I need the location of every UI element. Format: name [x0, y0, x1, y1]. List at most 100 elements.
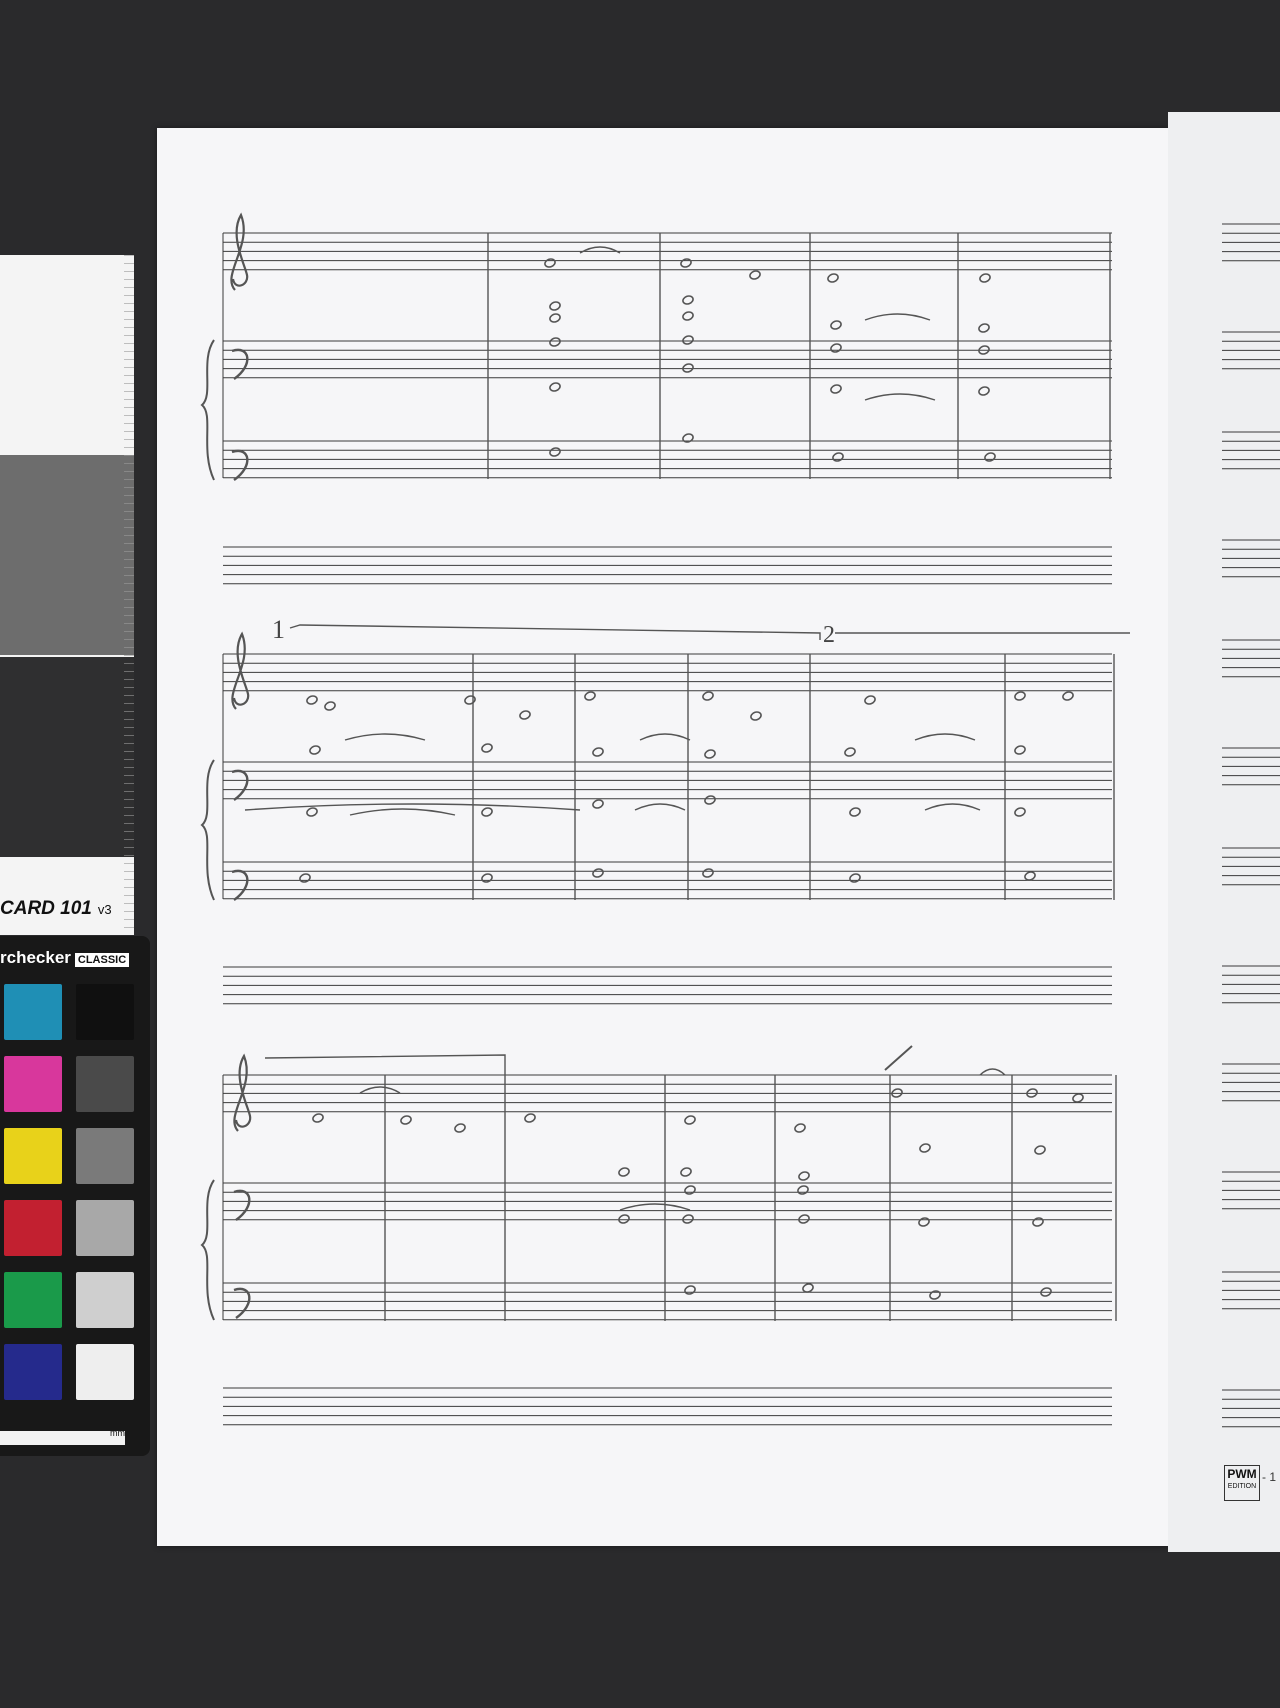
note-head — [750, 711, 762, 721]
phrase-bracket — [264, 1054, 506, 1075]
note-head — [592, 799, 604, 809]
note-head — [464, 695, 476, 705]
note-head — [1034, 1145, 1046, 1155]
note-head — [481, 873, 493, 883]
slur — [914, 733, 976, 741]
note-head — [544, 258, 556, 268]
note-head — [324, 701, 336, 711]
note-head — [306, 807, 318, 817]
slur — [579, 246, 621, 254]
note-head — [978, 323, 990, 333]
note-head — [849, 807, 861, 817]
slur — [634, 803, 686, 811]
note-head — [929, 1290, 941, 1300]
note-head — [682, 1214, 694, 1224]
note-head — [919, 1143, 931, 1153]
note-head — [524, 1113, 536, 1123]
note-head — [978, 386, 990, 396]
repeat-slash — [884, 1045, 913, 1071]
note-head — [830, 320, 842, 330]
note-head — [794, 1123, 806, 1133]
system-brace — [200, 759, 215, 901]
note-head — [618, 1214, 630, 1224]
volta-bracket — [289, 624, 821, 640]
music-score: 1 2 — [200, 212, 1280, 1428]
note-head — [827, 273, 839, 283]
note-head — [832, 452, 844, 462]
note-head — [454, 1123, 466, 1133]
note-head — [849, 873, 861, 883]
note-head — [309, 745, 321, 755]
slur — [864, 393, 936, 401]
slur — [349, 808, 456, 816]
note-head — [549, 337, 561, 347]
note-head — [549, 447, 561, 457]
bass-clef — [231, 348, 249, 380]
note-head — [680, 258, 692, 268]
note-head — [682, 363, 694, 373]
note-head — [549, 301, 561, 311]
note-head — [592, 868, 604, 878]
note-head — [798, 1171, 810, 1181]
note-head — [684, 1115, 696, 1125]
note-head — [798, 1214, 810, 1224]
note-head — [864, 695, 876, 705]
note-head — [1014, 691, 1026, 701]
pwm-logo-text: PWM — [1227, 1467, 1257, 1481]
note-head — [618, 1167, 630, 1177]
note-head — [680, 1167, 692, 1177]
note-head — [481, 807, 493, 817]
bass-clef — [233, 1287, 251, 1319]
slur — [359, 1086, 401, 1094]
note-head — [400, 1115, 412, 1125]
note-head — [684, 1185, 696, 1195]
bass-clef — [231, 869, 249, 901]
note-head — [702, 691, 714, 701]
bass-clef — [231, 449, 249, 481]
system-brace — [200, 339, 215, 481]
slur — [639, 733, 691, 741]
treble-clef — [230, 212, 249, 291]
slur — [344, 733, 426, 741]
note-head — [549, 313, 561, 323]
note-head — [592, 747, 604, 757]
note-head — [844, 747, 856, 757]
note-head — [299, 873, 311, 883]
system-brace — [200, 1179, 215, 1321]
slur — [979, 1068, 1006, 1076]
note-head — [312, 1113, 324, 1123]
note-head — [682, 433, 694, 443]
note-head — [749, 270, 761, 280]
volta-2-label: 2 — [823, 622, 835, 648]
note-head — [682, 335, 694, 345]
note-head — [918, 1217, 930, 1227]
staff-lines — [222, 223, 1280, 1428]
note-head — [704, 749, 716, 759]
page-number-fragment: - 1 — [1262, 1470, 1277, 1484]
note-head — [1014, 745, 1026, 755]
slur — [619, 1203, 691, 1211]
pwm-logo: PWM EDITION — [1224, 1465, 1260, 1501]
bass-clef — [231, 769, 249, 801]
note-head — [682, 311, 694, 321]
note-head — [1024, 871, 1036, 881]
pwm-logo-sub: EDITION — [1227, 1483, 1257, 1490]
note-head — [306, 695, 318, 705]
note-head — [704, 795, 716, 805]
note-head — [830, 343, 842, 353]
pencil-notation — [200, 212, 1130, 1321]
note-head — [797, 1185, 809, 1195]
note-head — [979, 273, 991, 283]
note-head — [984, 452, 996, 462]
slur — [864, 313, 931, 321]
note-head — [830, 384, 842, 394]
bass-clef — [233, 1189, 251, 1221]
note-head — [1032, 1217, 1044, 1227]
note-head — [1014, 807, 1026, 817]
note-head — [584, 691, 596, 701]
note-head — [549, 382, 561, 392]
note-head — [684, 1285, 696, 1295]
note-head — [1062, 691, 1074, 701]
note-head — [1072, 1093, 1084, 1103]
note-head — [481, 743, 493, 753]
